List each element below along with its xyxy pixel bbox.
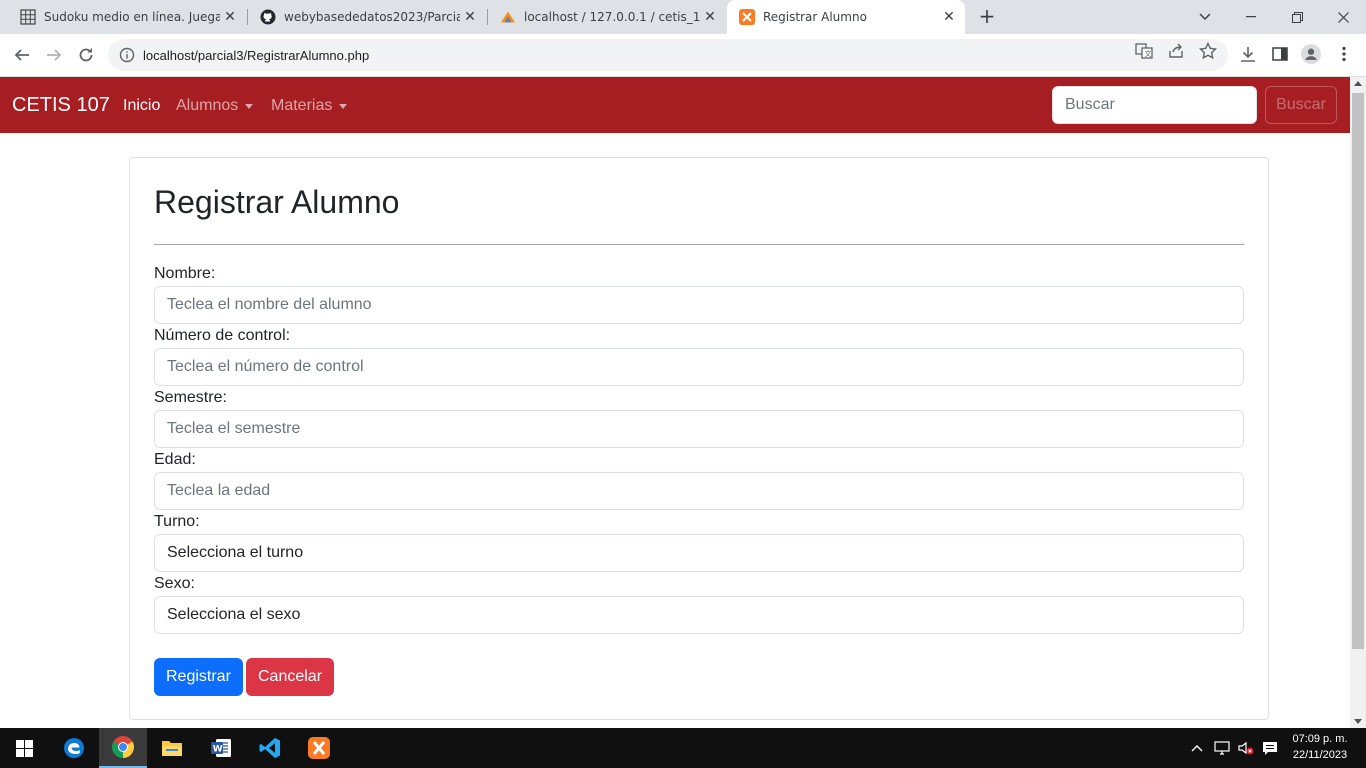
back-icon[interactable] [10, 43, 34, 67]
system-clock[interactable]: 07:09 p. m. 22/11/2023 [1284, 731, 1356, 763]
edge-icon[interactable] [50, 728, 98, 768]
title-divider [154, 244, 1244, 245]
tab-title: webybasededatos2023/Parcial3 [284, 10, 460, 24]
download-icon[interactable] [1238, 44, 1258, 64]
forward-icon[interactable] [42, 43, 66, 67]
windows-taskbar: W 07:09 p. m. 22/11/2023 [0, 728, 1366, 768]
caret-down-icon [245, 103, 254, 109]
translate-icon[interactable]: 文 [1135, 42, 1153, 60]
browser-menu-icon[interactable] [1334, 44, 1354, 64]
show-hidden-icons-icon[interactable] [1188, 728, 1206, 768]
registrar-button[interactable]: Registrar [154, 658, 243, 696]
chrome-icon[interactable] [99, 728, 147, 768]
tab-title: localhost / 127.0.0.1 / cetis_107 | [524, 10, 700, 24]
turno-select-value: Selecciona el turno [167, 544, 304, 561]
tab-title: Sudoku medio en línea. Juega al [44, 10, 220, 24]
side-panel-icon[interactable] [1270, 44, 1290, 64]
close-tab-icon[interactable]: ✕ [220, 9, 240, 25]
turno-label: Turno: [154, 513, 200, 530]
nav-link-label: Alumnos [176, 97, 239, 114]
browser-tab-strip: Sudoku medio en línea. Juega al ✕ webyba… [0, 0, 1366, 34]
browser-tab-phpmyadmin[interactable]: localhost / 127.0.0.1 / cetis_107 | ✕ [488, 0, 726, 34]
nombre-label: Nombre: [154, 265, 216, 282]
restore-button[interactable] [1274, 0, 1320, 34]
network-icon[interactable] [1212, 728, 1232, 768]
clock-date: 22/11/2023 [1292, 749, 1348, 761]
close-tab-icon[interactable]: ✕ [460, 9, 480, 25]
file-explorer-icon[interactable] [148, 728, 196, 768]
nav-dropdown-alumnos[interactable]: Alumnos [176, 97, 254, 115]
share-icon[interactable] [1167, 42, 1185, 60]
svg-text:文: 文 [1145, 49, 1152, 58]
volume-muted-icon[interactable] [1236, 728, 1256, 768]
page-scrollbar[interactable] [1350, 77, 1366, 728]
numero-control-input[interactable] [154, 348, 1244, 386]
phpmyadmin-icon [500, 9, 516, 25]
xampp-app-icon[interactable] [295, 728, 343, 768]
clock-time: 07:09 p. m. [1292, 733, 1348, 745]
address-bar[interactable]: localhost/parcial3/RegistrarAlumno.php [108, 39, 1228, 71]
tab-search-icon[interactable] [1182, 0, 1228, 34]
vscode-icon[interactable] [246, 728, 294, 768]
scrollbar-thumb[interactable] [1352, 93, 1364, 649]
scroll-up-icon[interactable] [1354, 81, 1362, 86]
numero-control-label: Número de control: [154, 327, 291, 344]
sexo-select-value: Selecciona el sexo [167, 606, 301, 623]
close-window-button[interactable] [1320, 0, 1366, 34]
word-icon[interactable]: W [197, 728, 245, 768]
nav-link-label: Inicio [123, 97, 161, 114]
page-title: Registrar Alumno [154, 184, 400, 220]
nombre-input[interactable] [154, 286, 1244, 324]
nav-dropdown-materias[interactable]: Materias [271, 97, 348, 115]
semestre-input[interactable] [154, 410, 1244, 448]
close-tab-icon[interactable]: ✕ [939, 9, 959, 25]
minimize-button[interactable] [1228, 0, 1274, 34]
page-viewport: CETIS 107 Inicio Alumnos Materias Buscar… [0, 77, 1350, 728]
profile-avatar-icon[interactable] [1301, 44, 1321, 64]
new-tab-button[interactable]: + [976, 6, 998, 28]
browser-toolbar: localhost/parcial3/RegistrarAlumno.php 文 [0, 34, 1366, 77]
bookmark-star-icon[interactable] [1199, 42, 1217, 60]
edad-input[interactable] [154, 472, 1244, 510]
browser-tab-github[interactable]: webybasededatos2023/Parcial3 ✕ [248, 0, 486, 34]
url-text: localhost/parcial3/RegistrarAlumno.php [143, 47, 370, 63]
reload-icon[interactable] [74, 43, 98, 67]
nav-link-inicio[interactable]: Inicio [123, 97, 160, 115]
github-icon [260, 9, 276, 25]
browser-tab-sudoku[interactable]: Sudoku medio en línea. Juega al ✕ [8, 0, 246, 34]
register-student-card: Registrar Alumno Nombre: Número de contr… [129, 157, 1269, 720]
browser-tab-registrar-alumno[interactable]: Registrar Alumno ✕ [727, 0, 965, 34]
sexo-label: Sexo: [154, 575, 195, 592]
semestre-label: Semestre: [154, 389, 227, 406]
navbar-brand[interactable]: CETIS 107 [12, 94, 110, 117]
windows-start-icon[interactable] [0, 728, 48, 768]
cancelar-button[interactable]: Cancelar [246, 658, 335, 696]
site-navbar: CETIS 107 Inicio Alumnos Materias Buscar [0, 77, 1350, 133]
nav-link-label: Materias [271, 97, 333, 114]
tab-title: Registrar Alumno [763, 10, 867, 24]
notifications-icon[interactable] [1260, 728, 1280, 768]
sexo-select[interactable]: Selecciona el sexo [154, 596, 1244, 634]
navbar-search-button[interactable]: Buscar [1265, 86, 1337, 124]
navbar-search-input[interactable] [1052, 86, 1257, 124]
close-tab-icon[interactable]: ✕ [700, 9, 720, 25]
grid-icon [20, 9, 36, 25]
site-info-icon[interactable] [119, 47, 135, 63]
svg-text:W: W [213, 745, 223, 755]
turno-select[interactable]: Selecciona el turno [154, 534, 1244, 572]
scroll-down-icon[interactable] [1354, 719, 1362, 724]
caret-down-icon [339, 103, 348, 109]
edad-label: Edad: [154, 451, 196, 468]
xampp-icon [739, 9, 755, 25]
